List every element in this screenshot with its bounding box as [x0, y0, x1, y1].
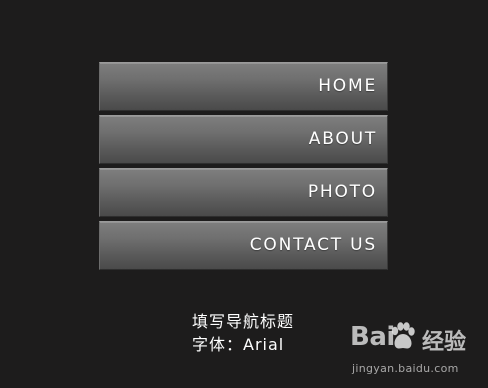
baidu-paw-icon: [391, 322, 415, 349]
baidu-watermark: Bai 经验 jingyan.baidu.com: [350, 322, 484, 382]
caption-title: 填写导航标题: [192, 312, 295, 331]
caption: 填写导航标题 字体：Arial: [192, 310, 294, 356]
nav-item-photo[interactable]: PHOTO: [99, 168, 388, 217]
nav-item-label: ABOUT: [308, 129, 377, 149]
watermark-url: jingyan.baidu.com: [352, 362, 459, 375]
nav-item-label: PHOTO: [307, 182, 377, 202]
watermark-brand-suffix: 经验: [422, 330, 467, 355]
watermark-brand: Bai: [350, 322, 395, 352]
nav-menu: HOME ABOUT PHOTO CONTACT US: [99, 62, 388, 270]
nav-item-home[interactable]: HOME: [99, 62, 388, 111]
nav-item-contact-us[interactable]: CONTACT US: [99, 221, 388, 270]
nav-item-label: HOME: [318, 76, 377, 96]
nav-item-label: CONTACT US: [249, 235, 377, 255]
caption-font: 字体：Arial: [192, 335, 285, 354]
nav-item-about[interactable]: ABOUT: [99, 115, 388, 164]
